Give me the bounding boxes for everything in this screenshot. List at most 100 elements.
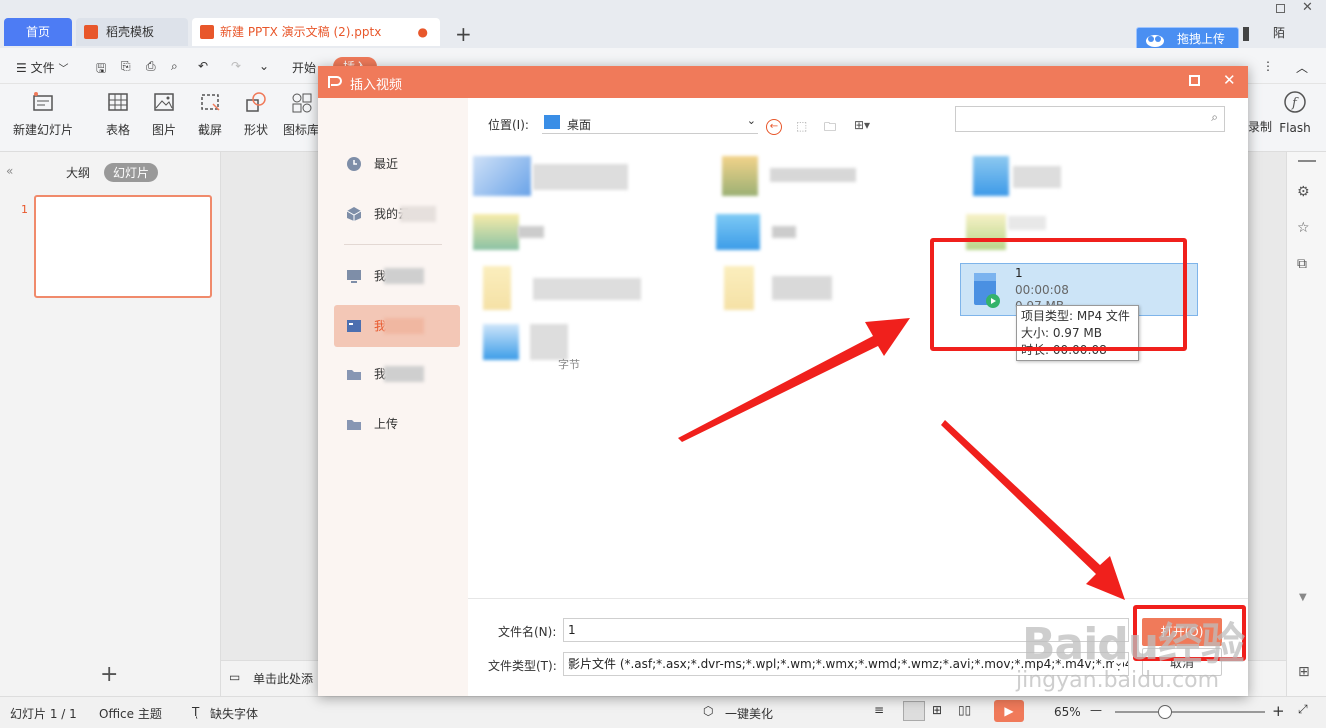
picture-button[interactable]: 图片 bbox=[146, 90, 182, 138]
wps-logo-icon bbox=[328, 76, 342, 88]
tab-template-label: 稻壳模板 bbox=[106, 25, 155, 39]
star-icon[interactable]: ☆ bbox=[1297, 220, 1310, 236]
file-thumbnail-blurred[interactable] bbox=[473, 156, 531, 196]
notes-toggle-icon[interactable]: ≡ bbox=[874, 703, 884, 717]
new-slide-button[interactable]: 新建幻灯片 bbox=[10, 90, 76, 138]
sidebar-item-upload[interactable]: 上传 bbox=[346, 414, 398, 434]
maximize-icon[interactable] bbox=[1276, 4, 1285, 13]
location-dropdown[interactable]: 桌面 ⌄ bbox=[542, 112, 758, 134]
copy-icon[interactable]: ⧉ bbox=[1297, 256, 1307, 272]
file-thumbnail-blurred[interactable] bbox=[473, 214, 519, 250]
add-slide-icon[interactable]: + bbox=[100, 662, 118, 687]
zoom-level[interactable]: 65% bbox=[1054, 705, 1081, 719]
zoom-in-icon[interactable]: + bbox=[1272, 702, 1285, 720]
file-thumbnail-blurred[interactable] bbox=[722, 156, 758, 196]
filetype-label: 文件类型(T): bbox=[488, 659, 557, 673]
missing-font[interactable]: 缺失字体 bbox=[210, 705, 258, 722]
picture-icon bbox=[154, 93, 174, 111]
beautify-button[interactable]: 一键美化 bbox=[725, 705, 773, 722]
drag-upload-label: 拖拽上传 bbox=[1177, 32, 1226, 46]
file-thumbnail-blurred[interactable] bbox=[724, 266, 754, 310]
file-thumbnail-blurred[interactable] bbox=[483, 266, 511, 310]
fit-window-icon[interactable]: ⤢ bbox=[1298, 702, 1308, 717]
table-icon bbox=[108, 93, 128, 111]
sorter-view-icon[interactable]: ⊞ bbox=[932, 703, 942, 717]
menu-file-label: 文件 bbox=[30, 61, 55, 75]
icon-library-button[interactable]: 图标库 bbox=[283, 90, 319, 138]
quick-access-dropdown-icon[interactable]: ⌄ bbox=[259, 59, 269, 73]
settings-sliders-icon[interactable]: ⚙ bbox=[1297, 184, 1310, 200]
shape-label: 形状 bbox=[243, 123, 268, 137]
new-tab-button[interactable]: + bbox=[455, 22, 472, 46]
user-name[interactable]: 陌 bbox=[1273, 24, 1285, 41]
search-input[interactable]: ⌕ bbox=[955, 106, 1225, 132]
tab-slides[interactable]: 幻灯片 bbox=[104, 163, 159, 182]
export-icon[interactable]: ⎘ bbox=[121, 59, 131, 74]
flash-button[interactable]: f Flash bbox=[1278, 90, 1312, 135]
collapse-panel-icon[interactable]: « bbox=[6, 164, 13, 178]
sidebar-divider bbox=[344, 244, 442, 245]
table-button[interactable]: 表格 bbox=[102, 90, 134, 138]
menu-start[interactable]: 开始 bbox=[292, 59, 316, 76]
record-button[interactable]: 录制 bbox=[1248, 90, 1272, 135]
notes-icon: ▭ bbox=[229, 670, 241, 684]
back-icon[interactable]: ← bbox=[766, 119, 782, 135]
font-icon: Tͅ bbox=[192, 705, 200, 719]
new-folder-icon[interactable]: 🗀 bbox=[824, 118, 836, 139]
dialog-title: 插入视频 bbox=[350, 78, 403, 93]
file-thumbnail-blurred[interactable] bbox=[483, 324, 519, 360]
reading-view-icon[interactable]: ▯▯ bbox=[958, 703, 971, 717]
file-thumbnail-blurred[interactable] bbox=[973, 156, 1009, 196]
presentation-logo-icon bbox=[200, 25, 214, 39]
shape-button[interactable]: 形状 bbox=[238, 90, 274, 138]
blurred-label bbox=[384, 366, 424, 382]
theme-name[interactable]: Office 主题 bbox=[99, 705, 162, 722]
insert-video-dialog: 插入视频 ✕ 最近 我的云 我 我 我 上传 位置(I): 桌面 ⌄ ← ⬚ 🗀… bbox=[318, 66, 1248, 696]
dialog-divider bbox=[468, 598, 1248, 599]
menu-file[interactable]: ☰ 文件 ﹀ bbox=[16, 59, 68, 76]
screenshot-label: 截屏 bbox=[197, 123, 222, 137]
file-name-blurred bbox=[1013, 166, 1061, 188]
tab-home[interactable]: 首页 bbox=[4, 18, 72, 46]
table-label: 表格 bbox=[105, 123, 130, 137]
zoom-slider[interactable] bbox=[1115, 711, 1265, 713]
annotation-box-file bbox=[930, 238, 1187, 351]
up-folder-icon[interactable]: ⬚ bbox=[796, 119, 807, 133]
tab-document[interactable]: 新建 PPTX 演示文稿 (2).pptx ● bbox=[192, 18, 440, 46]
preview-icon[interactable]: ⌕ bbox=[171, 59, 178, 74]
close-window-icon[interactable]: ✕ bbox=[1302, 0, 1313, 15]
dialog-close-icon[interactable]: ✕ bbox=[1223, 71, 1236, 89]
play-slideshow-button[interactable]: ▶ bbox=[994, 700, 1024, 722]
file-thumbnail-blurred[interactable] bbox=[716, 214, 760, 250]
more-options-icon[interactable]: ⋮ bbox=[1262, 59, 1274, 73]
tab-outline[interactable]: 大纲 bbox=[66, 164, 90, 181]
dialog-maximize-icon[interactable] bbox=[1189, 75, 1200, 86]
slide-thumbnail[interactable] bbox=[34, 195, 212, 298]
sidebar-item-documents[interactable]: 我 bbox=[346, 364, 386, 384]
zoom-slider-handle[interactable] bbox=[1158, 705, 1172, 719]
sidebar-toggle-icon[interactable] bbox=[1243, 27, 1249, 41]
chevron-down-icon: ﹀ bbox=[58, 64, 69, 75]
cloud-icon bbox=[1146, 35, 1164, 47]
save-icon[interactable]: 🖫 bbox=[96, 59, 106, 80]
chevron-down-icon: ⌄ bbox=[746, 114, 756, 127]
sidebar-item-computer[interactable]: 我 bbox=[346, 266, 386, 286]
print-icon[interactable]: ⎙ bbox=[146, 59, 156, 74]
zoom-out-icon[interactable]: — bbox=[1090, 703, 1102, 717]
location-value: 桌面 bbox=[567, 118, 592, 132]
screenshot-button[interactable]: 截屏 bbox=[192, 90, 228, 138]
file-name-blurred bbox=[772, 226, 796, 238]
scroll-down-icon[interactable]: ▼ bbox=[1299, 592, 1307, 603]
normal-view-icon[interactable] bbox=[903, 701, 925, 721]
flash-icon: f bbox=[1284, 91, 1306, 113]
redo-icon[interactable]: ↷ bbox=[231, 59, 241, 73]
view-mode-icon[interactable]: ⊞▾ bbox=[854, 118, 870, 132]
icon-library-label: 图标库 bbox=[283, 123, 320, 137]
upload-folder-icon bbox=[347, 420, 361, 430]
collapse-ribbon-icon[interactable]: ︿ bbox=[1296, 59, 1308, 76]
sidebar-item-desktop[interactable]: 我 bbox=[346, 316, 386, 336]
grid-icon[interactable]: ⊞ bbox=[1298, 664, 1310, 680]
sidebar-item-recent[interactable]: 最近 bbox=[346, 154, 398, 174]
undo-icon[interactable]: ↶ bbox=[198, 59, 208, 73]
tab-template[interactable]: 稻壳模板 bbox=[76, 18, 188, 46]
